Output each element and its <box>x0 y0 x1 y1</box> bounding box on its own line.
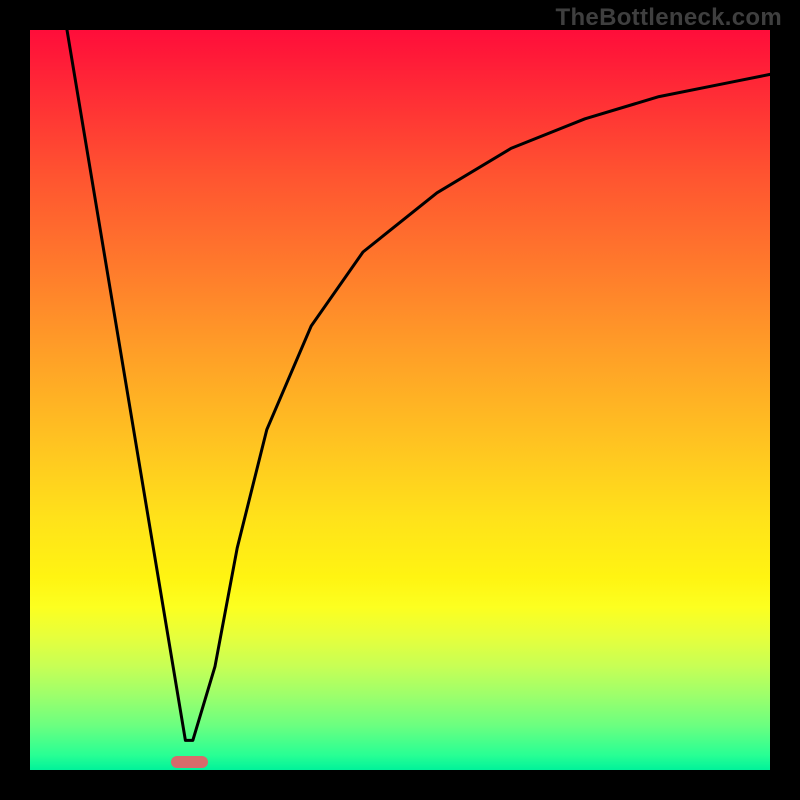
curve-svg <box>30 30 770 770</box>
watermark-text: TheBottleneck.com <box>556 4 782 32</box>
optimal-marker <box>171 756 208 768</box>
bottleneck-curve <box>67 30 770 740</box>
chart-frame: TheBottleneck.com <box>0 0 800 800</box>
plot-area <box>30 30 770 770</box>
